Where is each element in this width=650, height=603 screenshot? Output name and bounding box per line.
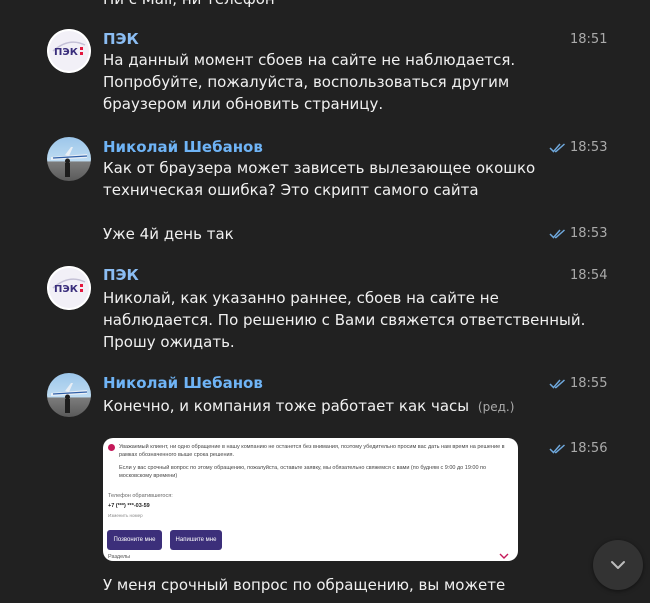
- pek-logo-icon: ПЭК: [47, 266, 91, 310]
- read-double-check-icon: [549, 143, 565, 153]
- message-time: 18:53: [570, 226, 608, 241]
- partial-message-text: Ни с Mail, ни телефон: [103, 0, 275, 10]
- user-photo-icon: [51, 383, 88, 413]
- message-text-line: наблюдается. По решению с Вами свяжется …: [103, 311, 586, 329]
- message-time: 18:56: [570, 441, 608, 456]
- pek-logo-icon: ПЭК: [47, 29, 91, 73]
- urgent-text: Если у вас срочный вопрос по этому обращ…: [119, 465, 487, 479]
- scroll-down-button[interactable]: [593, 540, 643, 590]
- message-text-line: Николай, как указанно раннее, сбоев на с…: [103, 289, 499, 307]
- sender-name[interactable]: Николай Шебанов: [103, 137, 263, 157]
- edited-label: (ред.): [477, 400, 515, 414]
- read-double-check-icon: [549, 379, 565, 389]
- change-number-link[interactable]: Изменить номер: [108, 512, 143, 520]
- avatar-pek[interactable]: ПЭК: [47, 266, 91, 310]
- message-time: 18:51: [570, 32, 608, 47]
- avatar-pek[interactable]: ПЭК: [47, 29, 91, 73]
- message-text-line: Прошу ожидать.: [103, 333, 235, 351]
- notice-text: Уважаемый клиент, ни одно обращение в на…: [119, 444, 505, 458]
- write-me-button[interactable]: Напишите мне: [170, 530, 222, 550]
- svg-text:ПЭК: ПЭК: [54, 284, 79, 295]
- message-text: Конечно, и компания тоже работает как ча…: [103, 397, 470, 415]
- phone-label: Телефон обратившегося:: [108, 493, 173, 499]
- message-text-line: На данный момент сбоев на сайте не наблю…: [103, 51, 516, 69]
- message-text-line: Попробуйте, пожалуйста, воспользоваться …: [103, 73, 510, 91]
- message-text-line: браузером или обновить страницу.: [103, 95, 384, 113]
- read-double-check-icon: [549, 444, 565, 454]
- alert-dot-icon: [108, 444, 115, 451]
- sender-name[interactable]: ПЭК: [103, 265, 139, 285]
- message-text-line: Конечно, и компания тоже работает как ча…: [103, 395, 514, 418]
- message-text-line: Уже 4й день так: [103, 225, 234, 243]
- svg-text:ПЭК: ПЭК: [54, 47, 79, 58]
- image-attachment[interactable]: Уважаемый клиент, ни одно обращение в на…: [103, 438, 518, 561]
- sender-name[interactable]: Николай Шебанов: [103, 373, 263, 393]
- sections-label: Разделы: [108, 554, 131, 560]
- sender-name[interactable]: ПЭК: [103, 29, 139, 49]
- message-time: 18:54: [570, 268, 608, 283]
- message-text-line: Как от браузера может зависеть вылезающе…: [103, 159, 536, 177]
- message-text-line: техническая ошибка? Это скрипт самого са…: [103, 181, 479, 199]
- phone-value: +7 (***) ***-03-59: [108, 503, 150, 509]
- chevron-down-icon: [499, 553, 509, 559]
- read-double-check-icon: [549, 229, 565, 239]
- call-me-button[interactable]: Позвоните мне: [107, 530, 162, 550]
- avatar-user[interactable]: [47, 137, 91, 181]
- message-time: 18:53: [570, 140, 608, 155]
- message-text-line: У меня срочный вопрос по обращению, вы м…: [103, 576, 506, 594]
- chevron-down-icon: [611, 561, 625, 569]
- user-photo-icon: [51, 147, 88, 177]
- avatar-user[interactable]: [47, 373, 91, 417]
- message-time: 18:55: [570, 376, 608, 391]
